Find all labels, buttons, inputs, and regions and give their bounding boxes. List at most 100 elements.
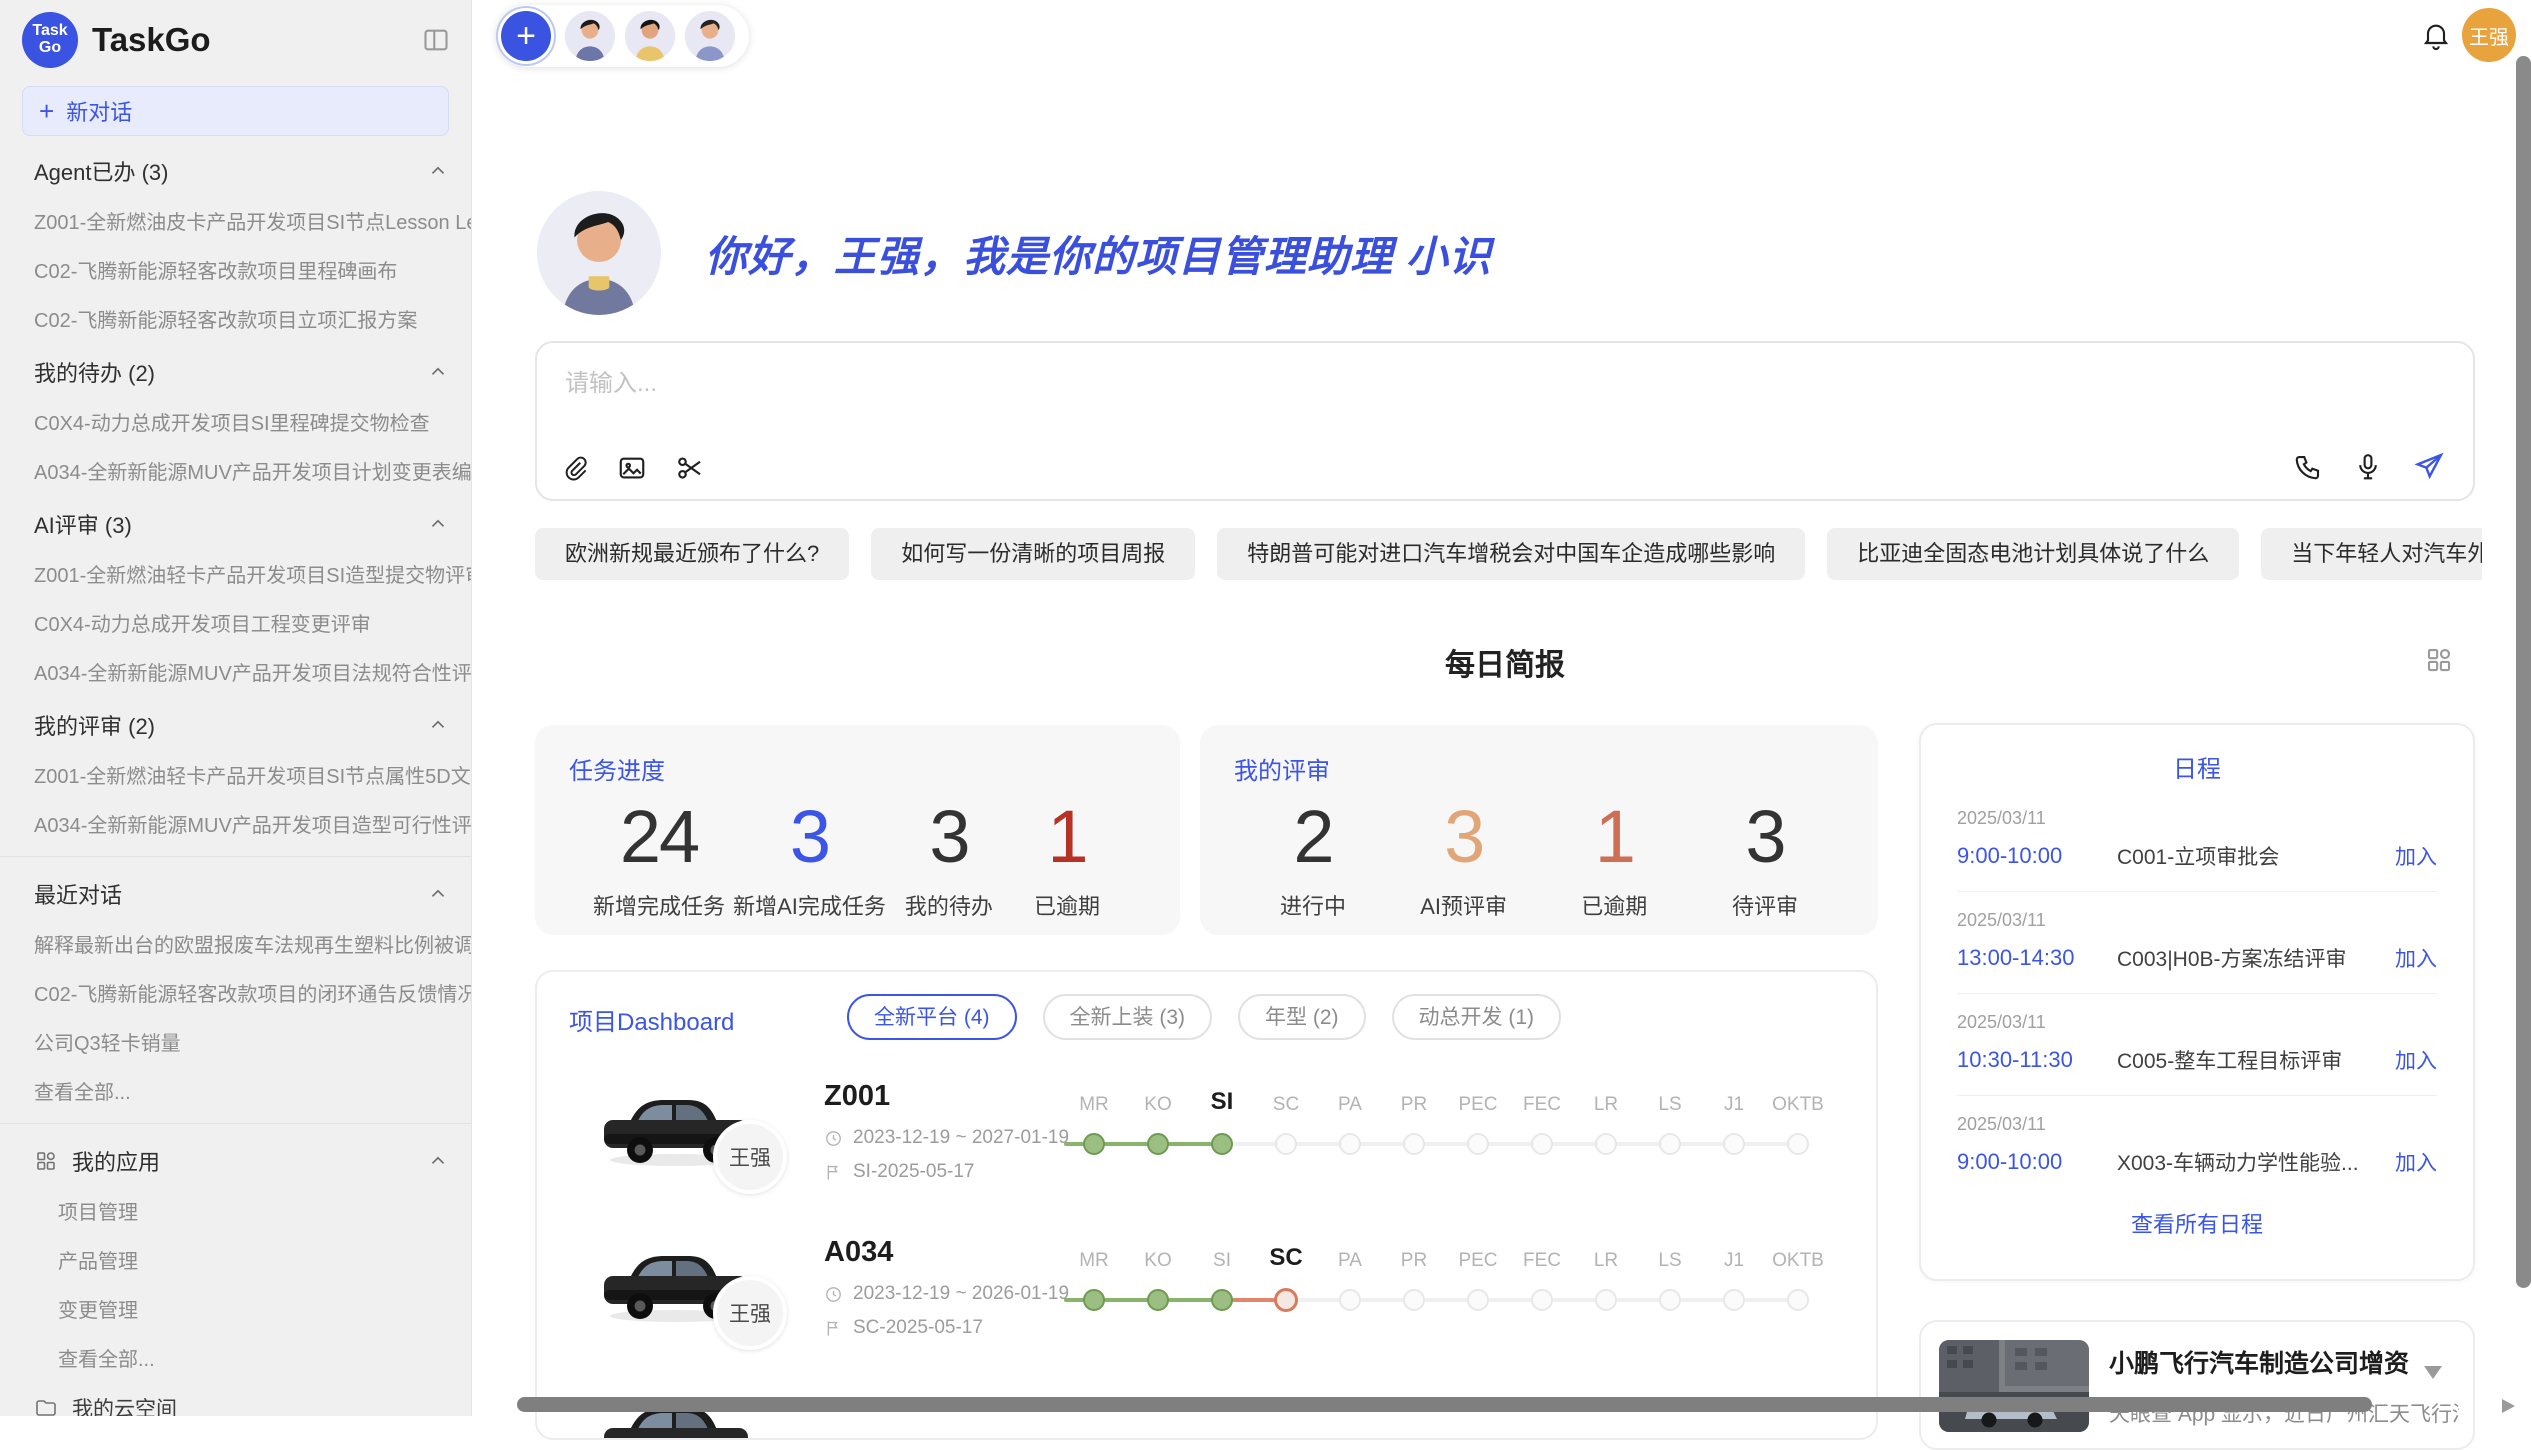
milestone-dot[interactable]	[1275, 1133, 1297, 1155]
sidebar-item[interactable]: C0X4-动力总成开发项目SI里程碑提交物检查	[0, 397, 471, 446]
milestone-dot[interactable]	[1403, 1289, 1425, 1311]
chevron-up-icon[interactable]	[427, 883, 449, 905]
milestone-dot[interactable]	[1531, 1289, 1553, 1311]
app-item[interactable]: 变更管理	[0, 1284, 471, 1333]
dashboard-tab-4[interactable]: 动总开发 (1)	[1392, 994, 1562, 1040]
milestone-label: LR	[1574, 1094, 1638, 1116]
project-name[interactable]: Z001	[824, 1080, 890, 1113]
sidebar-item[interactable]: A034-全新新能源MUV产品开发项目造型可行性评审	[0, 799, 471, 848]
milestone-dot[interactable]	[1083, 1133, 1105, 1155]
milestone-dot[interactable]	[1147, 1289, 1169, 1311]
join-link[interactable]: 加入	[2395, 1147, 2437, 1177]
sidebar-item[interactable]: A034-全新新能源MUV产品开发项目法规符合性评审	[0, 647, 471, 696]
project-name[interactable]: A034	[824, 1236, 893, 1269]
suggestion-chip-3[interactable]: 特朗普可能对进口汽车增税会对中国车企造成哪些影响	[1217, 528, 1805, 580]
suggestion-chip-4[interactable]: 比亚迪全固态电池计划具体说了什么	[1827, 528, 2239, 580]
milestone-dot[interactable]	[1787, 1289, 1809, 1311]
sidebar-toggle-icon[interactable]	[421, 26, 451, 54]
paperclip-icon[interactable]	[561, 453, 589, 483]
schedule-time: 10:30-11:30	[1957, 1047, 2117, 1073]
scroll-down-arrow[interactable]	[2424, 1366, 2442, 1379]
user-avatar[interactable]: 王强	[2462, 8, 2516, 62]
suggestion-chip-1[interactable]: 欧洲新规最近颁布了什么?	[535, 528, 849, 580]
sidebar-item[interactable]: C0X4-动力总成开发项目工程变更评审	[0, 598, 471, 647]
agent-avatar-1[interactable]	[565, 11, 615, 61]
sidebar-section-header[interactable]: 我的待办 (2)	[0, 343, 471, 397]
agent-avatar-3[interactable]	[685, 11, 735, 61]
view-all-schedule-link[interactable]: 查看所有日程	[1921, 1207, 2473, 1239]
image-icon[interactable]	[617, 453, 647, 483]
milestone-dot[interactable]	[1723, 1289, 1745, 1311]
greeting-text: 你好，王强，我是你的项目管理助理 小识	[705, 223, 1492, 284]
sidebar-section-header[interactable]: AI评审 (3)	[0, 495, 471, 549]
milestone-dot[interactable]	[1659, 1133, 1681, 1155]
join-link[interactable]: 加入	[2395, 1045, 2437, 1075]
chat-input[interactable]: 请输入...	[535, 341, 2475, 501]
dashboard-tab-1[interactable]: 全新平台 (4)	[847, 994, 1017, 1040]
send-icon[interactable]	[2413, 451, 2445, 483]
suggestion-chip-5[interactable]: 当下年轻人对汽车外观有怎样的喜好趋势	[2261, 528, 2482, 580]
scroll-right-arrow[interactable]	[2502, 1399, 2515, 1413]
milestone-dot[interactable]	[1339, 1133, 1361, 1155]
milestone-label: SI	[1190, 1250, 1254, 1272]
phone-icon[interactable]	[2293, 452, 2323, 482]
milestone-dot[interactable]	[1339, 1289, 1361, 1311]
scissors-icon[interactable]	[675, 453, 705, 483]
chevron-up-icon[interactable]	[427, 513, 449, 535]
dashboard-tab-3[interactable]: 年型 (2)	[1238, 994, 1366, 1040]
milestone-dot[interactable]	[1211, 1133, 1233, 1155]
join-link[interactable]: 加入	[2395, 841, 2437, 871]
new-chat-button[interactable]: + 新对话	[22, 86, 449, 136]
milestone-label: LS	[1638, 1094, 1702, 1116]
recent-conversation-item[interactable]: 查看全部...	[0, 1066, 471, 1115]
chevron-up-icon[interactable]	[427, 361, 449, 383]
app-item[interactable]: 项目管理	[0, 1186, 471, 1235]
grid-squares-icon[interactable]	[2424, 645, 2454, 675]
recent-conversation-item[interactable]: 解释最新出台的欧盟报废车法规再生塑料比例被调至15%...	[0, 919, 471, 968]
sidebar-item[interactable]: Z001-全新燃油皮卡产品开发项目SI节点Lesson Learn报告	[0, 196, 471, 245]
sidebar-item[interactable]: C02-飞腾新能源轻客改款项目里程碑画布	[0, 245, 471, 294]
sidebar-item[interactable]: C02-飞腾新能源轻客改款项目立项汇报方案	[0, 294, 471, 343]
assistant-avatar	[537, 191, 661, 315]
recent-conversation-item[interactable]: C02-飞腾新能源轻客改款项目的闭环通告反馈情况	[0, 968, 471, 1017]
milestone-dot[interactable]	[1723, 1133, 1745, 1155]
my-apps-header[interactable]: 我的应用	[0, 1132, 471, 1186]
chevron-up-icon[interactable]	[427, 160, 449, 182]
milestone-dot[interactable]	[1274, 1288, 1298, 1312]
milestone-dot[interactable]	[1467, 1289, 1489, 1311]
milestone-dot[interactable]	[1531, 1133, 1553, 1155]
milestone-dot[interactable]	[1083, 1289, 1105, 1311]
agent-avatar-2[interactable]	[625, 11, 675, 61]
milestone-dot[interactable]	[1787, 1133, 1809, 1155]
sidebar-section-header[interactable]: 我的评审 (2)	[0, 696, 471, 750]
milestone-dot[interactable]	[1403, 1133, 1425, 1155]
dashboard-tab-2[interactable]: 全新上装 (3)	[1043, 994, 1213, 1040]
horizontal-scrollbar[interactable]	[517, 1397, 2372, 1412]
news-card[interactable]: 小鹏飞行汽车制造公司增资 天眼查 App 显示，近日广州汇天飞行汽...	[1919, 1320, 2475, 1450]
milestone-label: PEC	[1446, 1250, 1510, 1272]
milestone-dot[interactable]	[1147, 1133, 1169, 1155]
milestone-dot[interactable]	[1659, 1289, 1681, 1311]
recent-conversations: 最近对话解释最新出台的欧盟报废车法规再生塑料比例被调至15%...C02-飞腾新…	[0, 865, 471, 1115]
microphone-icon[interactable]	[2353, 452, 2383, 482]
sidebar-item[interactable]: Z001-全新燃油轻卡产品开发项目SI造型提交物评审	[0, 549, 471, 598]
bell-icon[interactable]	[2420, 18, 2452, 52]
vertical-scrollbar[interactable]	[2516, 56, 2531, 1288]
app-item[interactable]: 查看全部...	[0, 1333, 471, 1382]
suggestion-chip-2[interactable]: 如何写一份清晰的项目周报	[871, 528, 1195, 580]
join-link[interactable]: 加入	[2395, 943, 2437, 973]
milestone-dot[interactable]	[1211, 1289, 1233, 1311]
milestone-dot[interactable]	[1595, 1289, 1617, 1311]
sidebar-item[interactable]: Z001-全新燃油轻卡产品开发项目SI节点属性5D文件评审	[0, 750, 471, 799]
chevron-up-icon[interactable]	[427, 1150, 449, 1172]
sidebar-item-cloud[interactable]: 我的云空间	[0, 1382, 471, 1416]
app-item[interactable]: 产品管理	[0, 1235, 471, 1284]
add-agent-button[interactable]: +	[501, 11, 551, 61]
sidebar-section-header[interactable]: Agent已办 (3)	[0, 142, 471, 196]
sidebar-item[interactable]: A034-全新新能源MUV产品开发项目计划变更表编写	[0, 446, 471, 495]
recent-conversation-item[interactable]: 公司Q3轻卡销量	[0, 1017, 471, 1066]
recent-conversations-header[interactable]: 最近对话	[0, 865, 471, 919]
milestone-dot[interactable]	[1595, 1133, 1617, 1155]
chevron-up-icon[interactable]	[427, 714, 449, 736]
milestone-dot[interactable]	[1467, 1133, 1489, 1155]
